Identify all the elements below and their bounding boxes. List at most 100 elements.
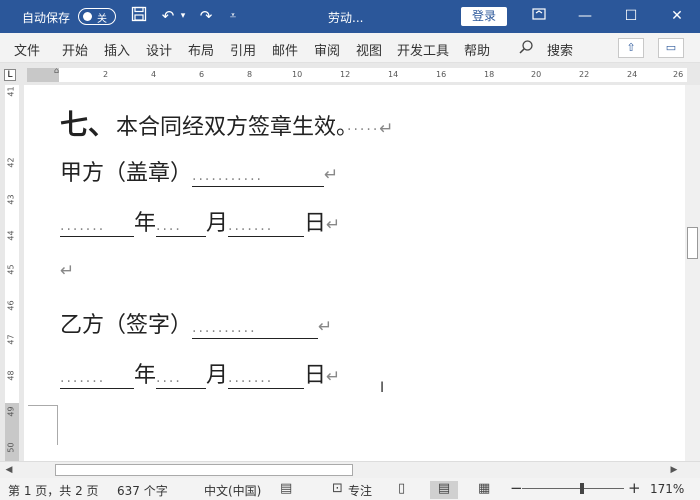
paragraph-mark-icon: ↵ <box>326 367 341 387</box>
tab-insert[interactable]: 插入 <box>104 40 130 59</box>
party-a-label: 甲方（盖章） <box>60 161 193 186</box>
focus-icon[interactable]: ⊡ <box>332 481 343 496</box>
month-field[interactable]: ···· <box>156 215 207 238</box>
redo-icon[interactable]: ↷ <box>196 6 216 26</box>
clause-line: 七、本合同经双方签章生效。·····↵ <box>60 103 394 143</box>
ruler-tick: 2 <box>103 70 109 79</box>
day-field[interactable]: ······· <box>228 215 305 238</box>
tab-developer[interactable]: 开发工具 <box>397 40 449 59</box>
tab-mailings[interactable]: 邮件 <box>272 40 298 59</box>
undo-dropdown-icon[interactable]: ▾ <box>178 6 188 26</box>
ruler-tick: 18 <box>484 70 495 79</box>
scroll-left-icon[interactable]: ◀ <box>3 464 15 476</box>
tab-home[interactable]: 开始 <box>62 40 88 59</box>
zoom-in-icon[interactable]: + <box>628 479 641 497</box>
zoom-out-icon[interactable]: − <box>510 479 523 497</box>
document-title: 劳动... <box>328 11 364 25</box>
vruler-tick: 50 <box>6 442 16 453</box>
search-label[interactable]: 搜索 <box>547 40 573 59</box>
word-count[interactable]: 637 个字 <box>117 482 168 499</box>
undo-icon[interactable]: ↶ <box>158 6 178 26</box>
year-field[interactable]: ······· <box>60 367 134 390</box>
tab-references[interactable]: 引用 <box>230 40 256 59</box>
day-field[interactable]: ······· <box>228 367 305 390</box>
party-b-signature-field[interactable]: ·········· <box>192 317 319 340</box>
horizontal-scroll-thumb[interactable] <box>55 464 353 476</box>
party-a-signature-field[interactable]: ··········· <box>192 165 325 188</box>
dot-leader: ····· <box>347 122 380 138</box>
tab-file[interactable]: 文件 <box>14 40 40 59</box>
save-icon[interactable] <box>129 6 149 26</box>
language-indicator[interactable]: 中文(中国) <box>204 482 261 499</box>
tab-design[interactable]: 设计 <box>146 40 172 59</box>
vruler-tick: 47 <box>6 334 16 345</box>
vruler-tick: 46 <box>6 300 16 311</box>
share-icon[interactable]: ⇧ <box>618 38 644 58</box>
month-label: 月 <box>206 211 229 236</box>
paragraph-mark-icon: ↵ <box>379 119 394 139</box>
customize-toolbar-icon[interactable]: ⩡ <box>226 6 240 26</box>
vertical-scroll-thumb[interactable] <box>687 227 698 259</box>
ribbon-display-icon[interactable] <box>516 0 562 33</box>
paragraph-mark-icon: ↵ <box>324 165 339 185</box>
focus-label[interactable]: 专注 <box>348 482 372 499</box>
login-button[interactable]: 登录 <box>461 7 507 26</box>
search-icon[interactable] <box>518 39 534 59</box>
tab-view[interactable]: 视图 <box>356 40 382 59</box>
day-label: 日 <box>304 211 327 236</box>
read-mode-icon[interactable]: ▯ <box>398 481 405 496</box>
month-field[interactable]: ···· <box>156 367 207 390</box>
accessibility-icon[interactable]: ▤ <box>280 481 292 496</box>
ruler-tick: 10 <box>292 70 303 79</box>
paragraph-mark-icon: ↵ <box>318 317 333 337</box>
tab-layout[interactable]: 布局 <box>188 40 214 59</box>
day-label: 日 <box>304 363 327 388</box>
horizontal-scrollbar[interactable]: ◀ ▶ <box>0 461 700 478</box>
ruler-tick: 14 <box>388 70 399 79</box>
print-layout-icon[interactable]: ▤ <box>430 481 458 499</box>
zoom-slider[interactable] <box>522 488 624 489</box>
tab-review[interactable]: 审阅 <box>314 40 340 59</box>
web-layout-icon[interactable]: ▦ <box>478 481 490 496</box>
page-count[interactable]: 第 1 页，共 2 页 <box>8 482 99 499</box>
ruler-tick: 22 <box>579 70 590 79</box>
document-canvas[interactable]: 七、本合同经双方签章生效。·····↵ 甲方（盖章）··········· ↵ ·… <box>24 85 685 461</box>
scroll-right-icon[interactable]: ▶ <box>668 464 680 476</box>
tab-selector-icon[interactable]: L <box>4 69 16 81</box>
ruler-tick: 6 <box>199 70 205 79</box>
page-boundary <box>28 405 58 445</box>
clause-number: 七、 <box>60 108 117 141</box>
minimize-icon[interactable]: — <box>562 0 608 33</box>
autosave-toggle[interactable]: 关 <box>78 8 116 25</box>
tab-help[interactable]: 帮助 <box>464 40 490 59</box>
indent-marker-icon[interactable]: ⌂ <box>54 66 59 75</box>
maximize-icon[interactable]: ☐ <box>608 0 654 33</box>
month-label: 月 <box>206 363 229 388</box>
status-bar: 第 1 页，共 2 页 637 个字 中文(中国) ▤ ⊡ 专注 ▯ ▤ ▦ −… <box>0 478 700 500</box>
party-a-date-line: ······· 年···· 月······· 日↵ <box>60 205 340 238</box>
party-b-line: 乙方（签字）·········· ↵ <box>60 307 333 340</box>
year-label: 年 <box>134 363 157 388</box>
ruler-tick: 4 <box>151 70 157 79</box>
vruler-tick: 41 <box>6 86 16 97</box>
zoom-level[interactable]: 171% <box>650 482 684 496</box>
party-b-date-line: ······· 年···· 月······· 日↵ <box>60 357 341 390</box>
text-cursor-icon: I <box>380 380 385 396</box>
year-field[interactable]: ······· <box>60 215 134 238</box>
horizontal-ruler[interactable]: L 2 4 6 8 10 12 14 16 18 20 22 24 26 ⌂ <box>0 63 700 85</box>
comments-icon[interactable]: ▭ <box>658 38 684 58</box>
toggle-knob <box>83 12 92 21</box>
autosave-state: 关 <box>97 14 107 25</box>
paragraph-mark-icon: ↵ <box>60 261 75 281</box>
year-label: 年 <box>134 211 157 236</box>
party-b-label: 乙方（签字） <box>60 313 193 338</box>
ruler-tick: 12 <box>340 70 351 79</box>
vruler-tick: 42 <box>6 157 16 168</box>
vruler-tick: 45 <box>6 264 16 275</box>
vertical-scrollbar[interactable] <box>685 85 700 461</box>
ruler-tick: 8 <box>247 70 253 79</box>
vertical-ruler[interactable]: 41 42 43 44 45 46 47 48 49 50 <box>0 85 24 461</box>
zoom-slider-knob[interactable] <box>580 483 584 494</box>
close-icon[interactable]: ✕ <box>654 0 700 33</box>
autosave-label: 自动保存 <box>22 11 71 25</box>
